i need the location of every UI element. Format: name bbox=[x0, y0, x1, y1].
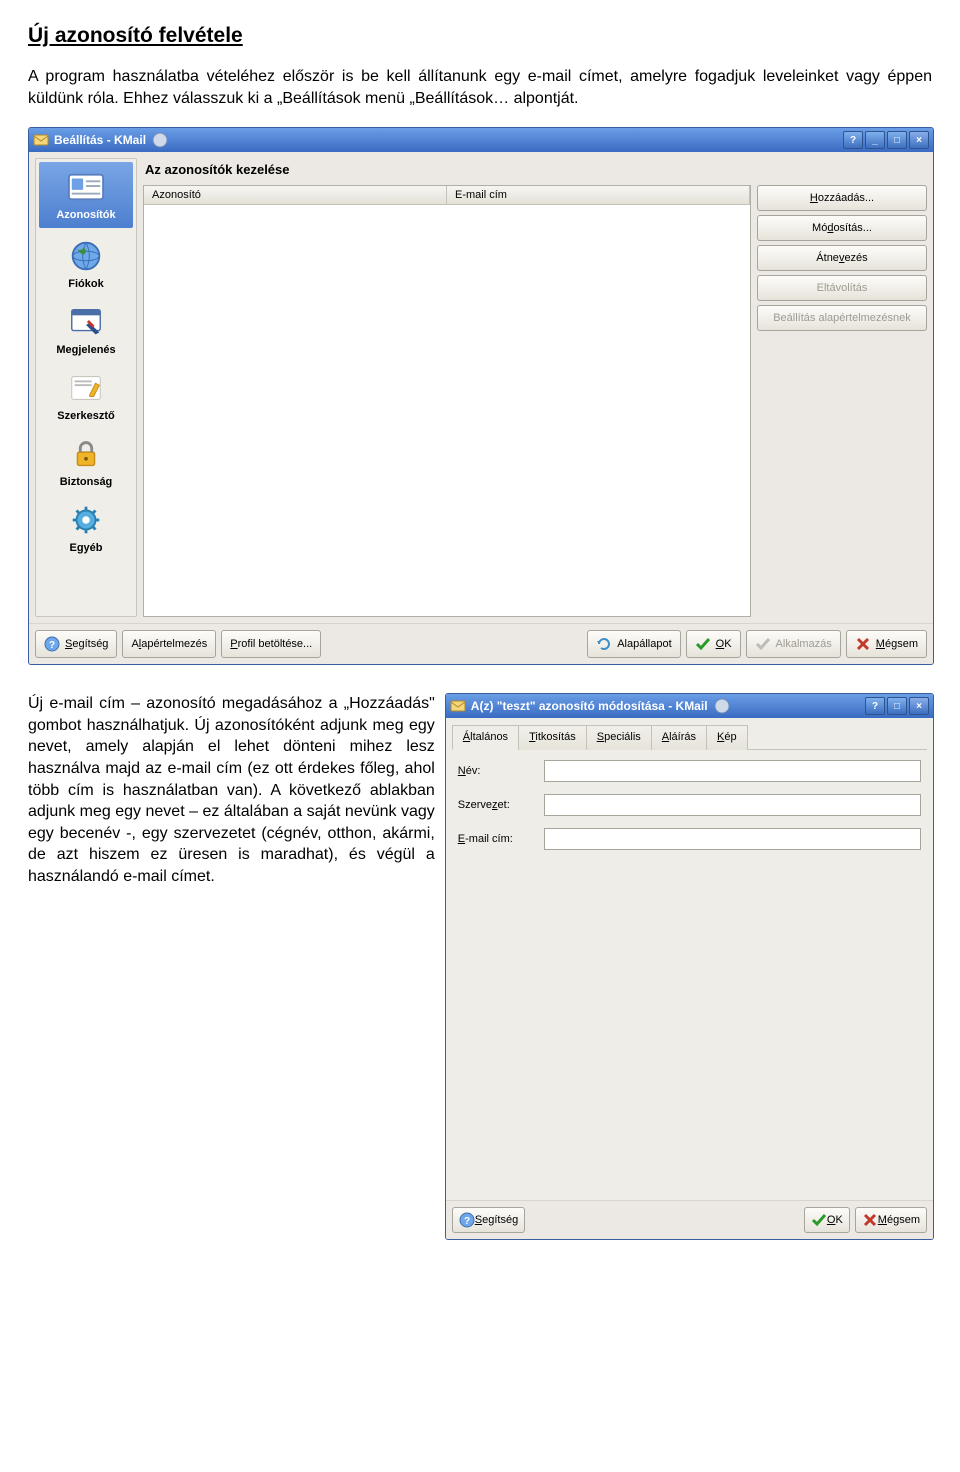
app-icon bbox=[450, 698, 466, 714]
sidebar-item-label: Szerkesztő bbox=[57, 410, 114, 422]
svg-text:?: ? bbox=[49, 640, 55, 651]
maximize-button[interactable]: □ bbox=[887, 697, 907, 715]
app-icon bbox=[33, 132, 49, 148]
appearance-icon bbox=[64, 304, 108, 340]
column-identity[interactable]: Azonosító bbox=[144, 186, 447, 204]
general-form: Név: Szervezet: E-mail cím: bbox=[446, 750, 933, 1200]
pencil-icon bbox=[64, 370, 108, 406]
modify-identity-window: A(z) "teszt" azonosító módosítása - KMai… bbox=[445, 693, 934, 1240]
column-email[interactable]: E-mail cím bbox=[447, 186, 750, 204]
help-button[interactable]: ? bbox=[865, 697, 885, 715]
org-label: Szervezet: bbox=[458, 799, 536, 811]
tab-encryption[interactable]: Titkosítás bbox=[518, 725, 587, 750]
sidebar-item-label: Biztonság bbox=[60, 476, 113, 488]
name-label: Név: bbox=[458, 765, 536, 777]
set-default-button: Beállítás alapértelmezésnek bbox=[757, 305, 927, 331]
id-card-icon bbox=[64, 169, 108, 205]
apply-button: Alkalmazás bbox=[746, 630, 841, 658]
page-title: Új azonosító felvétele bbox=[28, 24, 932, 48]
sidebar-item-identities[interactable]: Azonosítók bbox=[39, 162, 133, 228]
check-icon bbox=[695, 636, 711, 652]
titlebar[interactable]: A(z) "teszt" azonosító módosítása - KMai… bbox=[446, 694, 933, 718]
sidebar-item-accounts[interactable]: Fiókok bbox=[36, 231, 136, 297]
tab-signature[interactable]: Aláírás bbox=[651, 725, 707, 750]
sidebar-item-label: Egyéb bbox=[69, 542, 102, 554]
tab-bar: Általános Titkosítás Speciális Aláírás K… bbox=[452, 724, 927, 750]
modify-button[interactable]: Módosítás... bbox=[757, 215, 927, 241]
sidebar-item-security[interactable]: Biztonság bbox=[36, 429, 136, 495]
window-title: Beállítás - KMail bbox=[54, 133, 146, 147]
sidebar-item-misc[interactable]: Egyéb bbox=[36, 495, 136, 561]
email-label: E-mail cím: bbox=[458, 833, 536, 845]
panel-heading: Az azonosítók kezelése bbox=[143, 158, 927, 185]
tab-general[interactable]: Általános bbox=[452, 725, 519, 750]
second-paragraph: Új e-mail cím – azonosító megadásához a … bbox=[28, 693, 435, 887]
tab-advanced[interactable]: Speciális bbox=[586, 725, 652, 750]
tab-picture[interactable]: Kép bbox=[706, 725, 748, 750]
list-header: Azonosító E-mail cím bbox=[144, 186, 750, 205]
intro-paragraph: A program használatba vételéhez először … bbox=[28, 66, 932, 109]
reset-button[interactable]: Alapállapot bbox=[587, 630, 680, 658]
close-button[interactable]: × bbox=[909, 131, 929, 149]
kde-icon bbox=[714, 698, 730, 714]
lock-icon bbox=[64, 436, 108, 472]
close-icon bbox=[855, 636, 871, 652]
sidebar-item-label: Megjelenés bbox=[56, 344, 115, 356]
ok-button[interactable]: OK bbox=[804, 1207, 850, 1233]
gear-icon bbox=[64, 502, 108, 538]
help-icon: ? bbox=[459, 1212, 475, 1228]
help-button[interactable]: ? bbox=[843, 131, 863, 149]
svg-text:?: ? bbox=[464, 1216, 470, 1227]
check-icon bbox=[755, 636, 771, 652]
sidebar-item-composer[interactable]: Szerkesztő bbox=[36, 363, 136, 429]
remove-button: Eltávolítás bbox=[757, 275, 927, 301]
close-icon bbox=[862, 1212, 878, 1228]
maximize-button[interactable]: □ bbox=[887, 131, 907, 149]
rename-button[interactable]: Átnevezés bbox=[757, 245, 927, 271]
kde-icon bbox=[152, 132, 168, 148]
minimize-button[interactable]: _ bbox=[865, 131, 885, 149]
help-icon: ? bbox=[44, 636, 60, 652]
add-button[interactable]: Hozzáadás... bbox=[757, 185, 927, 211]
check-icon bbox=[811, 1212, 827, 1228]
help-button[interactable]: ? Segítség bbox=[452, 1207, 525, 1233]
load-profile-button[interactable]: Profil betöltése... bbox=[221, 630, 321, 658]
email-input[interactable] bbox=[544, 828, 921, 850]
ok-button[interactable]: OK bbox=[686, 630, 741, 658]
close-button[interactable]: × bbox=[909, 697, 929, 715]
sidebar-item-appearance[interactable]: Megjelenés bbox=[36, 297, 136, 363]
help-button[interactable]: ? Segítség bbox=[35, 630, 117, 658]
identity-list[interactable]: Azonosító E-mail cím bbox=[143, 185, 751, 617]
window-title: A(z) "teszt" azonosító módosítása - KMai… bbox=[471, 699, 708, 713]
globe-icon bbox=[64, 238, 108, 274]
titlebar[interactable]: Beállítás - KMail ? _ □ × bbox=[29, 128, 933, 152]
cancel-button[interactable]: Mégsem bbox=[855, 1207, 927, 1233]
reset-icon bbox=[596, 636, 612, 652]
org-input[interactable] bbox=[544, 794, 921, 816]
settings-window: Beállítás - KMail ? _ □ × Azonosítók bbox=[28, 127, 934, 665]
sidebar-item-label: Fiókok bbox=[68, 278, 103, 290]
defaults-button[interactable]: Alapértelmezés bbox=[122, 630, 216, 658]
category-sidebar: Azonosítók Fiókok Megjelenés bbox=[35, 158, 137, 617]
cancel-button[interactable]: Mégsem bbox=[846, 630, 927, 658]
name-input[interactable] bbox=[544, 760, 921, 782]
sidebar-item-label: Azonosítók bbox=[56, 209, 115, 221]
